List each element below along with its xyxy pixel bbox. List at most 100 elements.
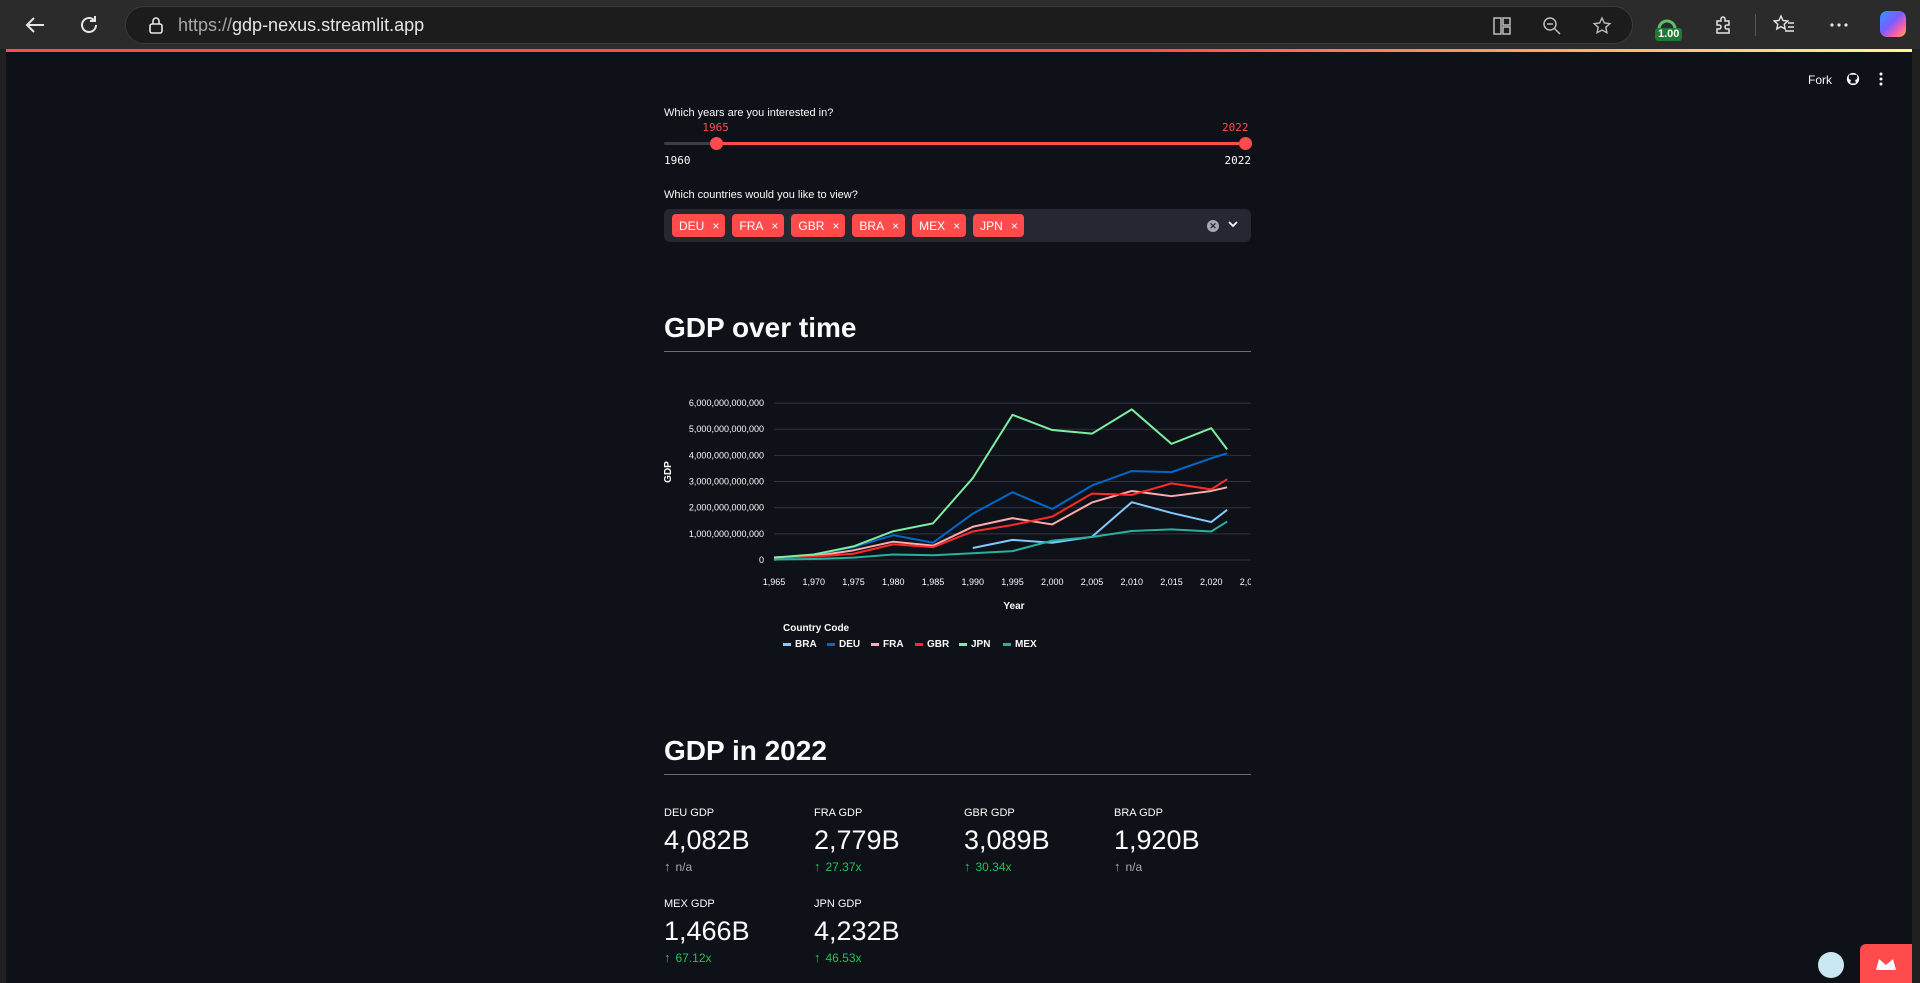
chip-remove-icon[interactable]: × [832, 219, 839, 233]
section-divider [664, 774, 1251, 775]
reload-button[interactable] [74, 10, 104, 40]
chip-label: DEU [679, 218, 705, 233]
metric-delta: ↑ 67.12x [664, 950, 804, 965]
chart-grid [774, 402, 1251, 561]
metric-value: 3,089B [964, 825, 1050, 855]
slider-track-selected [716, 142, 1245, 145]
country-multiselect[interactable]: DEU × FRA × GBR × BRA × MEX × JPN × ✕ [664, 209, 1251, 242]
streamlit-crown-icon [1876, 958, 1896, 970]
x-axis-title: Year [1003, 601, 1024, 612]
y-tick-label: 3,000,000,000,000 [689, 477, 764, 487]
lock-icon [149, 17, 163, 34]
y-tick-label: 2,000,000,000,000 [689, 503, 764, 513]
legend-swatch [1003, 643, 1011, 646]
metric-delta: ↑ n/a [664, 859, 804, 874]
streamlit-badge[interactable] [1860, 944, 1912, 983]
slider-start-handle[interactable] [710, 137, 724, 150]
chart-legend[interactable]: BRA DEU FRA GBR JPN MEX [783, 639, 1037, 650]
app-available-icon[interactable] [1492, 16, 1512, 36]
metric-delta: ↑ 27.37x [814, 859, 954, 874]
favorites-button[interactable] [1771, 12, 1797, 38]
legend-swatch [871, 643, 879, 646]
metric-label: FRA GDP [814, 807, 863, 819]
metric-value: 1,466B [664, 916, 750, 946]
chip-mex: MEX × [912, 214, 967, 237]
chip-remove-icon[interactable]: × [771, 219, 778, 233]
legend-item-fra[interactable]: FRA [883, 639, 904, 650]
viewer-avatar[interactable] [1818, 952, 1844, 978]
metric-delta-text: 30.34x [975, 859, 1012, 874]
legend-item-mex[interactable]: MEX [1015, 639, 1037, 650]
country-select-label: Which countries would you like to view? [664, 189, 858, 201]
arrow-up-icon: ↑ [814, 859, 821, 874]
chip-remove-icon[interactable]: × [892, 219, 899, 233]
chevron-down-icon[interactable] [1227, 218, 1239, 230]
reload-icon [81, 16, 97, 33]
y-tick-label: 1,000,000,000,000 [689, 529, 764, 539]
extensions-button[interactable] [1711, 12, 1737, 38]
chip-fra: FRA × [732, 214, 785, 237]
main-menu-icon[interactable] [1878, 72, 1884, 86]
chip-remove-icon[interactable]: × [1011, 219, 1018, 233]
x-tick-label: 1,985 [922, 577, 945, 587]
x-tick-label: 2,015 [1160, 577, 1183, 587]
x-tick-label: 2,005 [1081, 577, 1104, 587]
legend-item-deu[interactable]: DEU [839, 639, 860, 650]
favorite-star-icon[interactable] [1592, 16, 1612, 36]
legend-title: Country Code [783, 623, 850, 634]
x-tick-label: 1,995 [1001, 577, 1024, 587]
series-line-deu[interactable] [773, 452, 1228, 561]
gdp-line-chart[interactable]: 0 1,000,000,000,000 2,000,000,000,000 3,000… [664, 370, 1251, 660]
metric-label: BRA GDP [1114, 807, 1163, 819]
y-axis-ticks: 0 1,000,000,000,000 2,000,000,000,000 3,000… [689, 398, 764, 565]
more-menu-button[interactable] [1826, 12, 1852, 38]
legend-swatch [783, 643, 791, 646]
x-tick-label: 2,010 [1120, 577, 1143, 587]
chart-series [773, 408, 1228, 561]
year-range-slider[interactable]: 1965 2022 1960 2022 [664, 104, 1252, 174]
slider-end-handle[interactable] [1239, 137, 1252, 150]
metric-gbr-gdp: GBR GDP 3,089B ↑ 30.34x [964, 807, 1104, 874]
x-tick-label: 1,975 [842, 577, 865, 587]
metric-delta-text: 27.37x [825, 859, 862, 874]
chip-jpn: JPN × [973, 214, 1024, 237]
address-bar[interactable]: https://gdp-nexus.streamlit.app [125, 6, 1633, 44]
series-line-jpn[interactable] [773, 408, 1228, 559]
url-text: https://gdp-nexus.streamlit.app [178, 14, 425, 35]
github-icon[interactable] [1846, 72, 1860, 86]
arrow-up-icon: ↑ [964, 859, 971, 874]
metric-delta: ↑ n/a [1114, 859, 1254, 874]
legend-item-jpn[interactable]: JPN [971, 639, 990, 650]
chip-remove-icon[interactable]: × [953, 219, 960, 233]
metric-delta-text: 46.53x [825, 950, 862, 965]
fork-button[interactable]: Fork [1808, 73, 1832, 87]
back-arrow-icon [25, 17, 44, 33]
metric-delta-text: 67.12x [675, 950, 712, 965]
metric-value: 4,232B [814, 916, 900, 946]
zoom-out-icon[interactable] [1542, 16, 1562, 36]
series-line-gbr[interactable] [773, 478, 1228, 559]
chip-label: JPN [980, 218, 1003, 233]
section-title-gdp-over-time: GDP over time [664, 312, 857, 343]
section-divider [664, 351, 1251, 352]
metric-value: 1,920B [1114, 825, 1200, 855]
metric-fra-gdp: FRA GDP 2,779B ↑ 27.37x [814, 807, 954, 874]
toolbar-divider [1755, 14, 1756, 36]
x-tick-label: 2,025 [1240, 577, 1251, 587]
back-button[interactable] [20, 10, 50, 40]
metric-mex-gdp: MEX GDP 1,466B ↑ 67.12x [664, 898, 804, 965]
x-tick-label: 2,020 [1200, 577, 1223, 587]
chip-remove-icon[interactable]: × [712, 219, 719, 233]
arrow-up-icon: ↑ [664, 859, 671, 874]
legend-item-gbr[interactable]: GBR [927, 639, 950, 650]
x-tick-label: 1,990 [961, 577, 984, 587]
clear-all-icon[interactable]: ✕ [1207, 220, 1219, 232]
section-title-gdp-2022: GDP in 2022 [664, 735, 827, 766]
metric-value: 2,779B [814, 825, 900, 855]
copilot-icon[interactable] [1880, 11, 1906, 37]
y-tick-label: 5,000,000,000,000 [689, 424, 764, 434]
legend-item-bra[interactable]: BRA [795, 639, 817, 650]
metric-delta-text: n/a [1125, 859, 1143, 874]
metric-delta: ↑ 30.34x [964, 859, 1104, 874]
browser-toolbar: https://gdp-nexus.streamlit.app 1.00 [0, 0, 1920, 49]
